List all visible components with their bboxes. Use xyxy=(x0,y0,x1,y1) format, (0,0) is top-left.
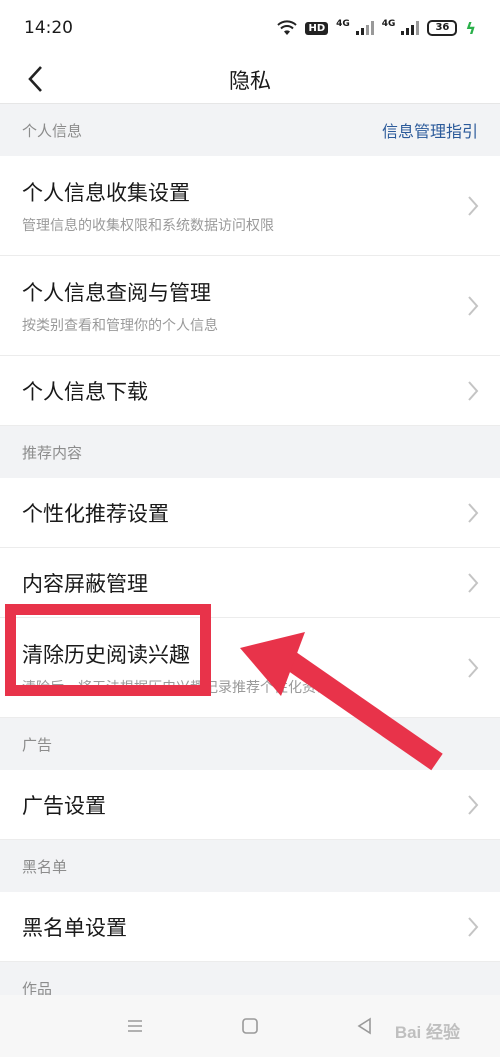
row-title: 个性化推荐设置 xyxy=(22,501,169,526)
section-header-blacklist: 黑名单 xyxy=(0,840,500,892)
signal-icon-2 xyxy=(401,21,420,35)
chevron-right-icon xyxy=(468,572,479,593)
charging-icon: ϟ xyxy=(465,18,476,38)
network-type-2: 4G xyxy=(381,18,396,29)
row-title: 个人信息收集设置 xyxy=(22,180,190,205)
section-title: 黑名单 xyxy=(22,857,68,876)
section-title: 推荐内容 xyxy=(22,443,83,462)
row-title: 清除历史阅读兴趣 xyxy=(22,642,190,667)
row-personal-info-collection[interactable]: 个人信息收集设置 管理信息的收集权限和系统数据访问权限 xyxy=(0,156,500,256)
section-title: 广告 xyxy=(22,735,53,754)
row-title: 广告设置 xyxy=(22,793,106,818)
hd-badge: HD xyxy=(305,21,329,35)
row-content-block-management[interactable]: 内容屏蔽管理 xyxy=(0,548,500,618)
wifi-icon xyxy=(277,20,298,35)
row-personal-info-review[interactable]: 个人信息查阅与管理 按类别查看和管理你的个人信息 xyxy=(0,256,500,356)
row-clear-reading-interest[interactable]: 清除历史阅读兴趣 清除后，将无法根据历史兴趣记录推荐个性化资讯 xyxy=(0,618,500,718)
home-icon[interactable] xyxy=(240,1016,260,1036)
row-title: 黑名单设置 xyxy=(22,915,127,940)
row-subtitle: 按类别查看和管理你的个人信息 xyxy=(22,317,218,334)
back-arrow-icon xyxy=(28,66,42,92)
row-subtitle: 管理信息的收集权限和系统数据访问权限 xyxy=(22,217,274,234)
battery-icon: 36 xyxy=(427,20,458,36)
chevron-right-icon xyxy=(468,916,479,937)
row-title: 个人信息下载 xyxy=(22,379,148,404)
chevron-right-icon xyxy=(468,657,479,678)
row-title: 个人信息查阅与管理 xyxy=(22,280,211,305)
section-header-personal-info: 个人信息 信息管理指引 xyxy=(0,104,500,156)
back-nav-icon[interactable] xyxy=(355,1016,375,1036)
nav-bar: 隐私 xyxy=(0,56,500,104)
row-title: 内容屏蔽管理 xyxy=(22,571,148,596)
row-personal-info-download[interactable]: 个人信息下载 xyxy=(0,356,500,426)
menu-icon[interactable] xyxy=(125,1016,145,1036)
section-header-ads: 广告 xyxy=(0,718,500,770)
row-subtitle: 清除后，将无法根据历史兴趣记录推荐个性化资讯 xyxy=(22,679,330,696)
row-blacklist-settings[interactable]: 黑名单设置 xyxy=(0,892,500,962)
signal-icon-1 xyxy=(355,21,374,35)
status-time: 14:20 xyxy=(24,18,73,38)
status-icons: HD 4G 4G 36 ϟ xyxy=(277,19,476,38)
chevron-right-icon xyxy=(468,295,479,316)
info-management-guide-link[interactable]: 信息管理指引 xyxy=(382,118,478,142)
section-title: 个人信息 xyxy=(22,121,83,140)
back-button[interactable] xyxy=(18,62,52,96)
section-header-recommended: 推荐内容 xyxy=(0,426,500,478)
watermark: Bai 经验 xyxy=(394,1023,460,1042)
chevron-right-icon xyxy=(468,195,479,216)
chevron-right-icon xyxy=(468,502,479,523)
chevron-right-icon xyxy=(468,380,479,401)
status-bar: 14:20 HD 4G 4G 36 ϟ xyxy=(0,0,500,56)
page-title: 隐私 xyxy=(229,68,271,93)
row-ad-settings[interactable]: 广告设置 xyxy=(0,770,500,840)
row-personalized-recommendation[interactable]: 个性化推荐设置 xyxy=(0,478,500,548)
chevron-right-icon xyxy=(468,794,479,815)
network-type-1: 4G xyxy=(336,18,350,29)
